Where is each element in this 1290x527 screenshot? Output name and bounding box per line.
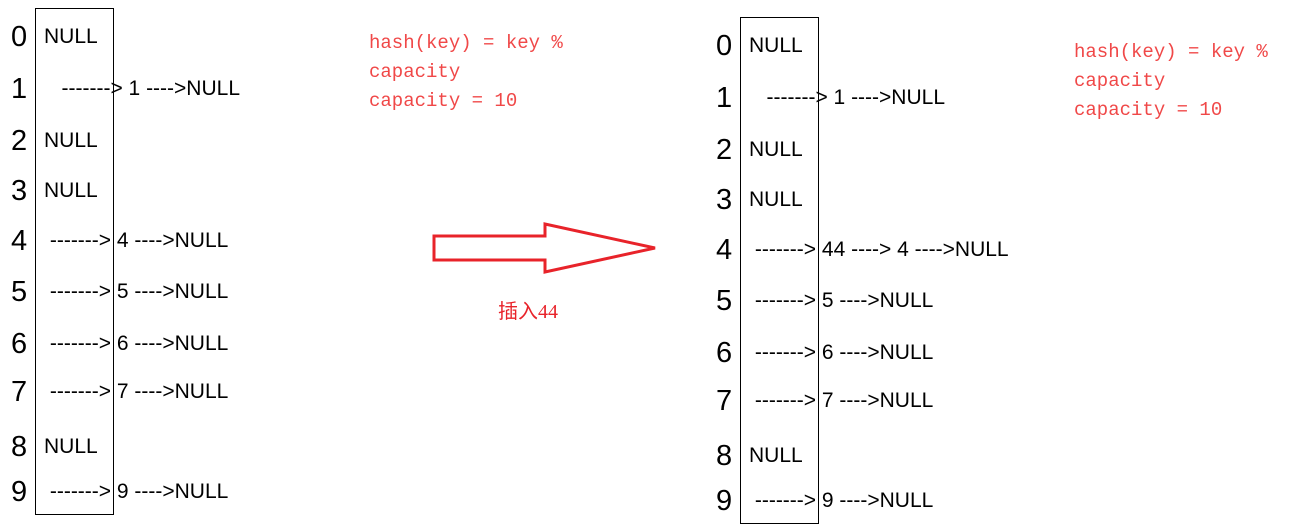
insert-arrow-shape — [432, 222, 656, 274]
insert-arrow-icon — [432, 222, 656, 274]
insert-label: 插入44 — [498, 301, 558, 323]
